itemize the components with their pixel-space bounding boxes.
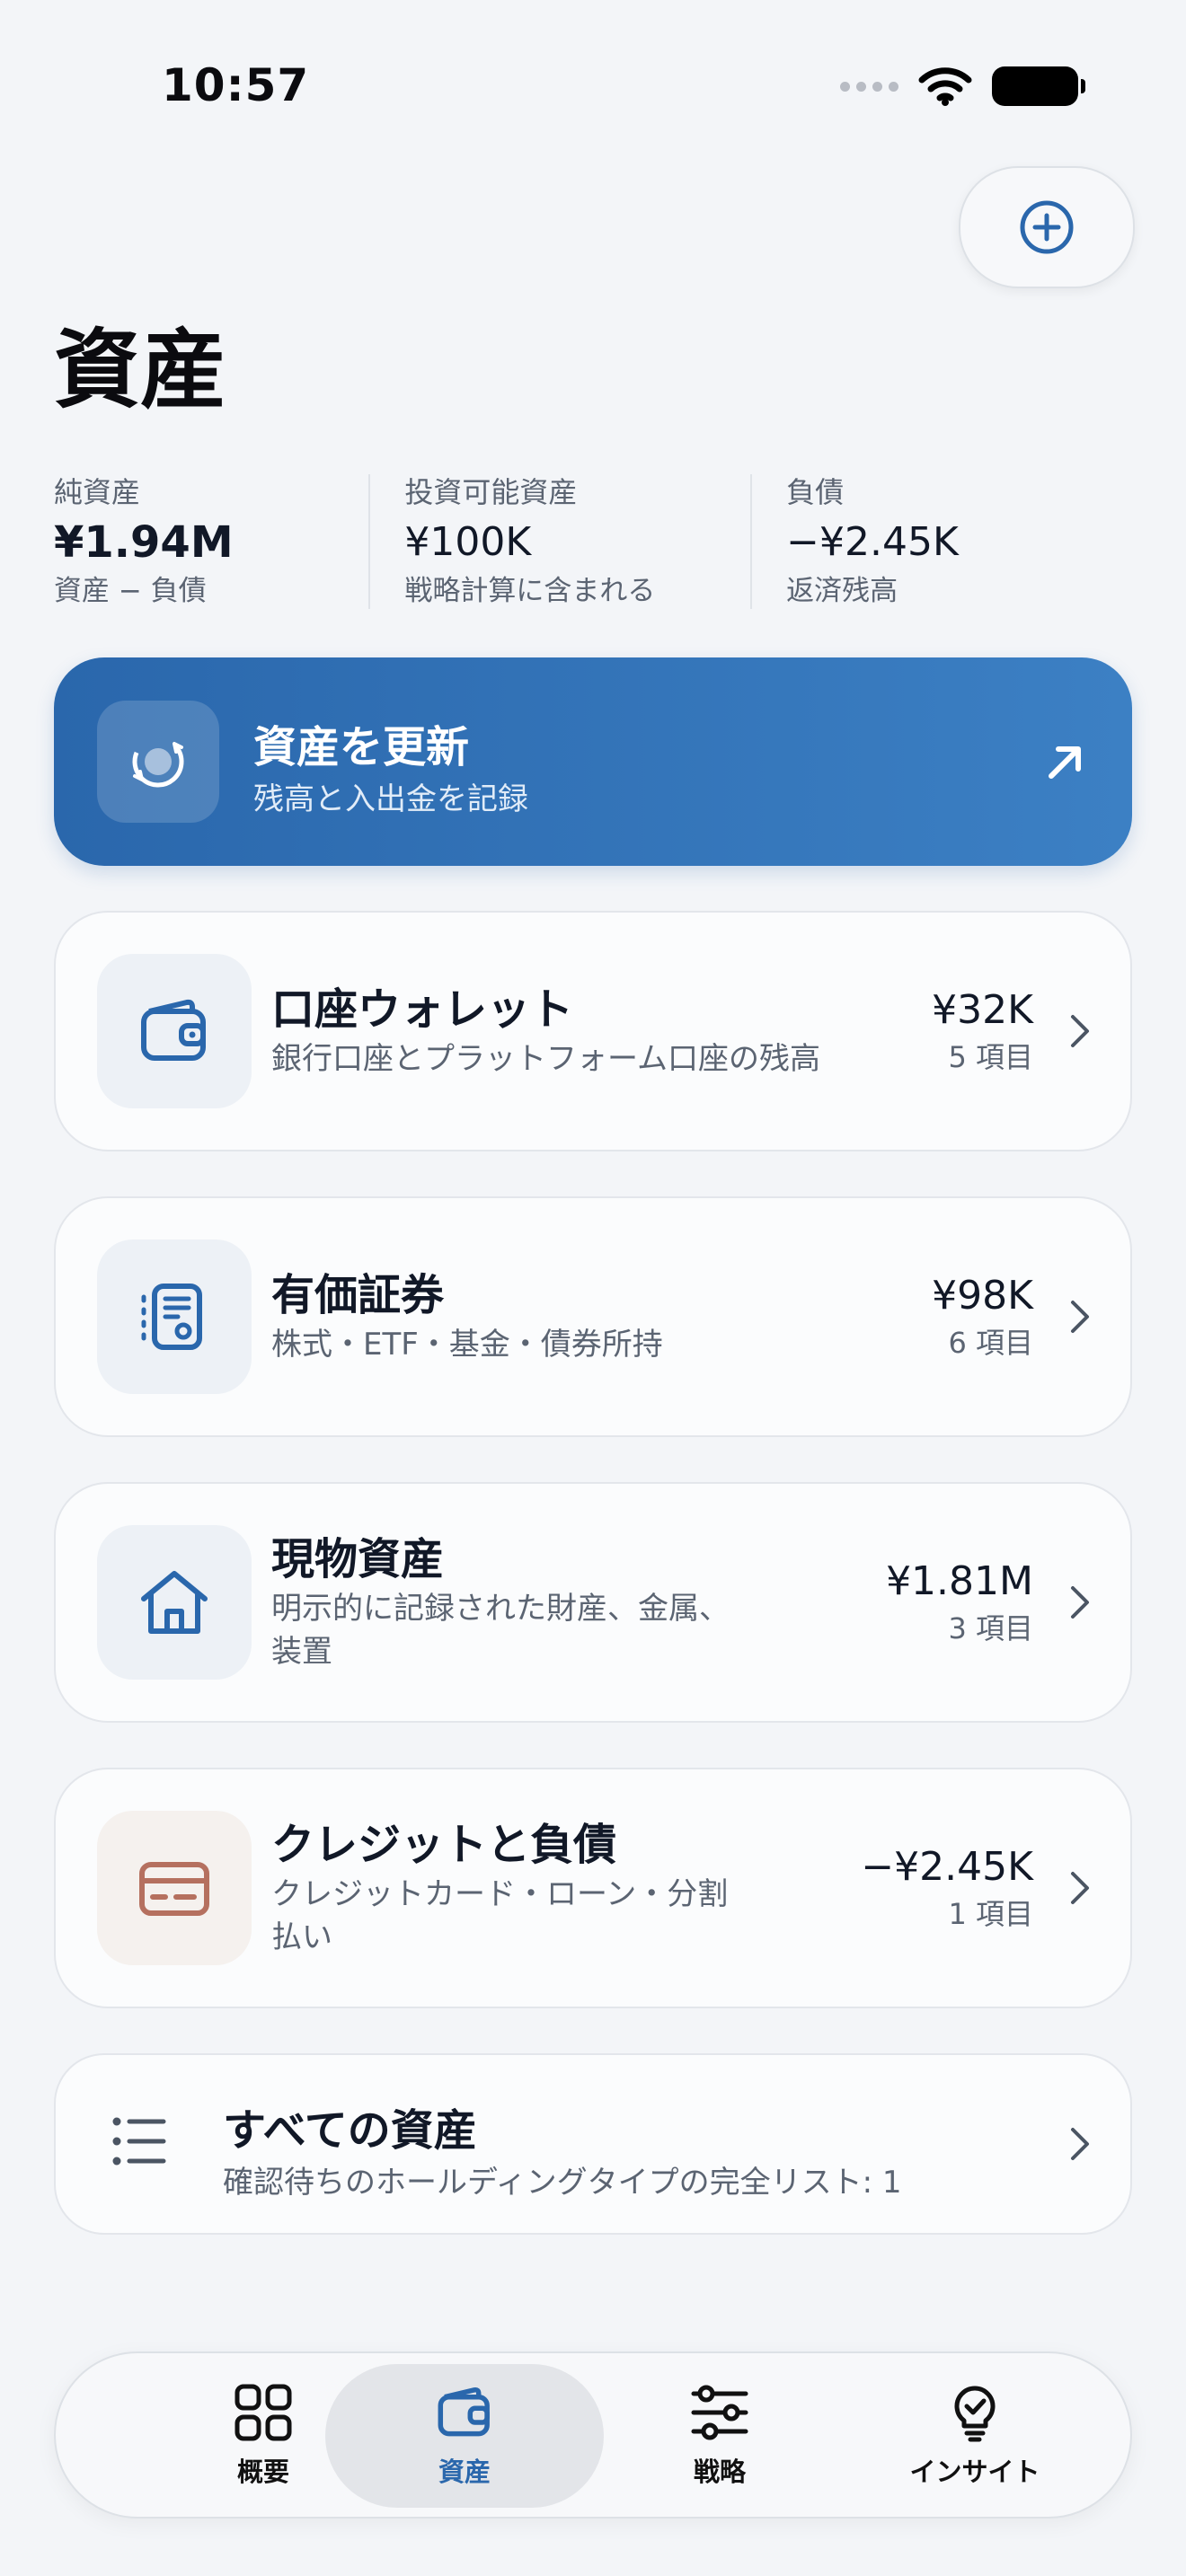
- category-amount: ¥1.81M: [886, 1558, 1033, 1604]
- wallet-icon: [141, 999, 206, 1061]
- all-assets-title: すべての資産: [223, 2105, 477, 2156]
- tab-insights[interactable]: インサイト: [836, 2364, 1114, 2508]
- chevron-right-icon: [1071, 2128, 1089, 2160]
- all-assets-subtitle: 確認待ちのホールディングタイプの完全リスト: 1: [223, 2165, 902, 2201]
- sliders-icon: [691, 2385, 748, 2440]
- stat-value: ¥1.94M: [54, 517, 234, 568]
- category-subtitle: 明示的に記録された財産、金属、装置: [271, 1591, 730, 1670]
- category-subtitle: 株式・ETF・基金・債券所持: [271, 1327, 663, 1363]
- signal-icon: [840, 81, 898, 92]
- tab-label: 概要: [236, 2457, 289, 2487]
- wallet-icon: [438, 2387, 490, 2437]
- stat-label: 投資可能資産: [404, 475, 578, 509]
- stat-liabilities: 負債 −¥2.45K 返済残高: [750, 471, 1132, 614]
- category-title: クレジットと負債: [271, 1820, 617, 1870]
- tab-label: 戦略: [693, 2457, 746, 2487]
- stat-sub: 返済残高: [786, 575, 898, 607]
- house-icon: [141, 1571, 208, 1634]
- category-icon-box: [97, 1811, 252, 1965]
- category-subtitle: 銀行口座とプラットフォーム口座の残高: [271, 1041, 820, 1077]
- stat-net-worth: 純資産 ¥1.94M 資産 − 負債: [54, 471, 368, 614]
- update-icon-box: [97, 701, 219, 823]
- category-count: 5 項目: [948, 1040, 1033, 1074]
- update-card-subtitle: 残高と入出金を記録: [253, 781, 528, 817]
- category-title: 有価証券: [271, 1270, 445, 1320]
- category-physical-assets[interactable]: 現物資産 明示的に記録された財産、金属、装置 ¥1.81M 3 項目: [54, 1482, 1132, 1723]
- category-title: 口座ウォレット: [271, 984, 574, 1035]
- tab-bar: 概要 資産 戦略 インサイト: [54, 2351, 1132, 2519]
- category-securities[interactable]: 有価証券 株式・ETF・基金・債券所持 ¥98K 6 項目: [54, 1196, 1132, 1437]
- stat-value: ¥100K: [404, 519, 532, 565]
- add-asset-button[interactable]: [959, 166, 1135, 288]
- chevron-right-icon: [1071, 1586, 1089, 1619]
- stat-sub: 資産 − 負債: [54, 575, 207, 607]
- stat-label: 純資産: [54, 475, 141, 509]
- category-count: 1 項目: [948, 1897, 1033, 1931]
- category-icon-box: [97, 1239, 252, 1394]
- category-icon-box: [97, 1525, 252, 1680]
- all-assets-row[interactable]: すべての資産 確認待ちのホールディングタイプの完全リスト: 1: [54, 2053, 1132, 2235]
- status-time: 10:57: [162, 59, 310, 111]
- credit-card-icon: [139, 1862, 209, 1916]
- category-amount: −¥2.45K: [861, 1844, 1033, 1890]
- stat-label: 負債: [786, 475, 845, 509]
- lightbulb-icon: [954, 2386, 996, 2442]
- category-subtitle: クレジットカード・ローン・分割払い: [271, 1876, 729, 1955]
- update-assets-card[interactable]: 資産を更新 残高と入出金を記録: [54, 657, 1132, 866]
- status-indicators: [840, 61, 1085, 111]
- update-card-title: 資産を更新: [253, 722, 470, 772]
- category-count: 3 項目: [948, 1611, 1033, 1645]
- battery-icon: [992, 66, 1085, 106]
- summary-stats: 純資産 ¥1.94M 資産 − 負債 投資可能資産 ¥100K 戦略計算に含まれ…: [54, 471, 1132, 614]
- stat-sub: 戦略計算に含まれる: [404, 575, 656, 607]
- list-icon: [112, 2117, 166, 2166]
- stat-value: −¥2.45K: [786, 519, 959, 565]
- plus-circle-icon: [1020, 200, 1074, 254]
- category-amount: ¥32K: [932, 987, 1033, 1033]
- category-title: 現物資産: [271, 1534, 445, 1584]
- arrow-up-right-icon: [1049, 746, 1081, 779]
- grid-icon: [235, 2384, 292, 2441]
- tab-label: インサイト: [909, 2457, 1040, 2487]
- sync-icon: [132, 736, 184, 788]
- page-title: 資産: [54, 320, 226, 420]
- category-credit-liabilities[interactable]: クレジットと負債 クレジットカード・ローン・分割払い −¥2.45K 1 項目: [54, 1768, 1132, 2008]
- category-count: 6 項目: [948, 1326, 1033, 1360]
- chevron-right-icon: [1071, 1872, 1089, 1904]
- chevron-right-icon: [1071, 1301, 1089, 1333]
- wifi-icon: [918, 67, 972, 106]
- document-icon: [141, 1284, 202, 1350]
- tab-strategy[interactable]: 戦略: [580, 2364, 859, 2508]
- stat-investable: 投資可能資産 ¥100K 戦略計算に含まれる: [368, 471, 750, 614]
- category-wallets[interactable]: 口座ウォレット 銀行口座とプラットフォーム口座の残高 ¥32K 5 項目: [54, 911, 1132, 1151]
- tab-assets[interactable]: 資産: [325, 2364, 604, 2508]
- category-icon-box: [97, 954, 252, 1108]
- chevron-right-icon: [1071, 1015, 1089, 1047]
- category-amount: ¥98K: [932, 1273, 1033, 1319]
- tab-label: 資産: [438, 2457, 491, 2487]
